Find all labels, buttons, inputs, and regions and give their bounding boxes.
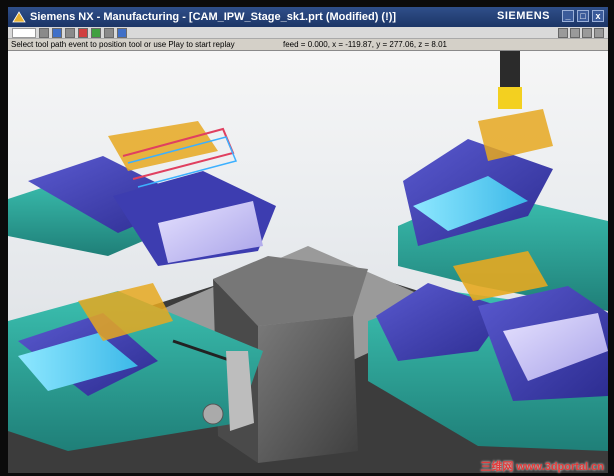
main-toolbar xyxy=(8,27,608,39)
title-bar: Siemens NX - Manufacturing - [CAM_IPW_St… xyxy=(8,7,608,27)
play-icon[interactable] xyxy=(91,27,101,38)
graphics-viewport[interactable] xyxy=(8,51,608,473)
orient-icon[interactable] xyxy=(594,28,604,38)
tool-position-readout: feed = 0.000, x = -119.87, y = 277.06, z… xyxy=(283,40,447,49)
machine-scene xyxy=(8,51,608,473)
cue-line: Select tool path event to position tool … xyxy=(11,40,235,49)
spindle-tool xyxy=(500,51,520,91)
rotate-icon[interactable] xyxy=(117,27,127,38)
render-icon[interactable] xyxy=(78,27,88,38)
view-icon[interactable] xyxy=(65,27,75,38)
move-icon[interactable] xyxy=(104,27,114,38)
tombstone-front xyxy=(258,316,358,463)
select-icon[interactable] xyxy=(39,27,49,38)
close-button[interactable]: x xyxy=(592,10,604,22)
fit-icon[interactable] xyxy=(558,28,568,38)
siemens-brand: SIEMENS xyxy=(496,10,550,22)
nx-app-icon xyxy=(12,11,26,23)
zoom-icon[interactable] xyxy=(570,28,580,38)
window-title: Siemens NX - Manufacturing - [CAM_IPW_St… xyxy=(30,11,397,23)
status-bar: Select tool path event to position tool … xyxy=(8,39,608,51)
snap-icon[interactable] xyxy=(52,27,62,38)
selection-filter-dropdown[interactable] xyxy=(12,27,36,38)
maximize-button[interactable]: □ xyxy=(577,10,589,22)
pan-icon[interactable] xyxy=(582,28,592,38)
clamp-knob xyxy=(202,403,224,425)
view-tools xyxy=(558,28,604,38)
tool-holder xyxy=(498,87,522,109)
application-frame: Siemens NX - Manufacturing - [CAM_IPW_St… xyxy=(0,0,614,476)
watermark: 三维网 www.3dportal.cn xyxy=(480,461,604,473)
part-right-back xyxy=(478,109,553,161)
window-controls: _ □ x xyxy=(562,10,604,22)
minimize-button[interactable]: _ xyxy=(562,10,574,22)
